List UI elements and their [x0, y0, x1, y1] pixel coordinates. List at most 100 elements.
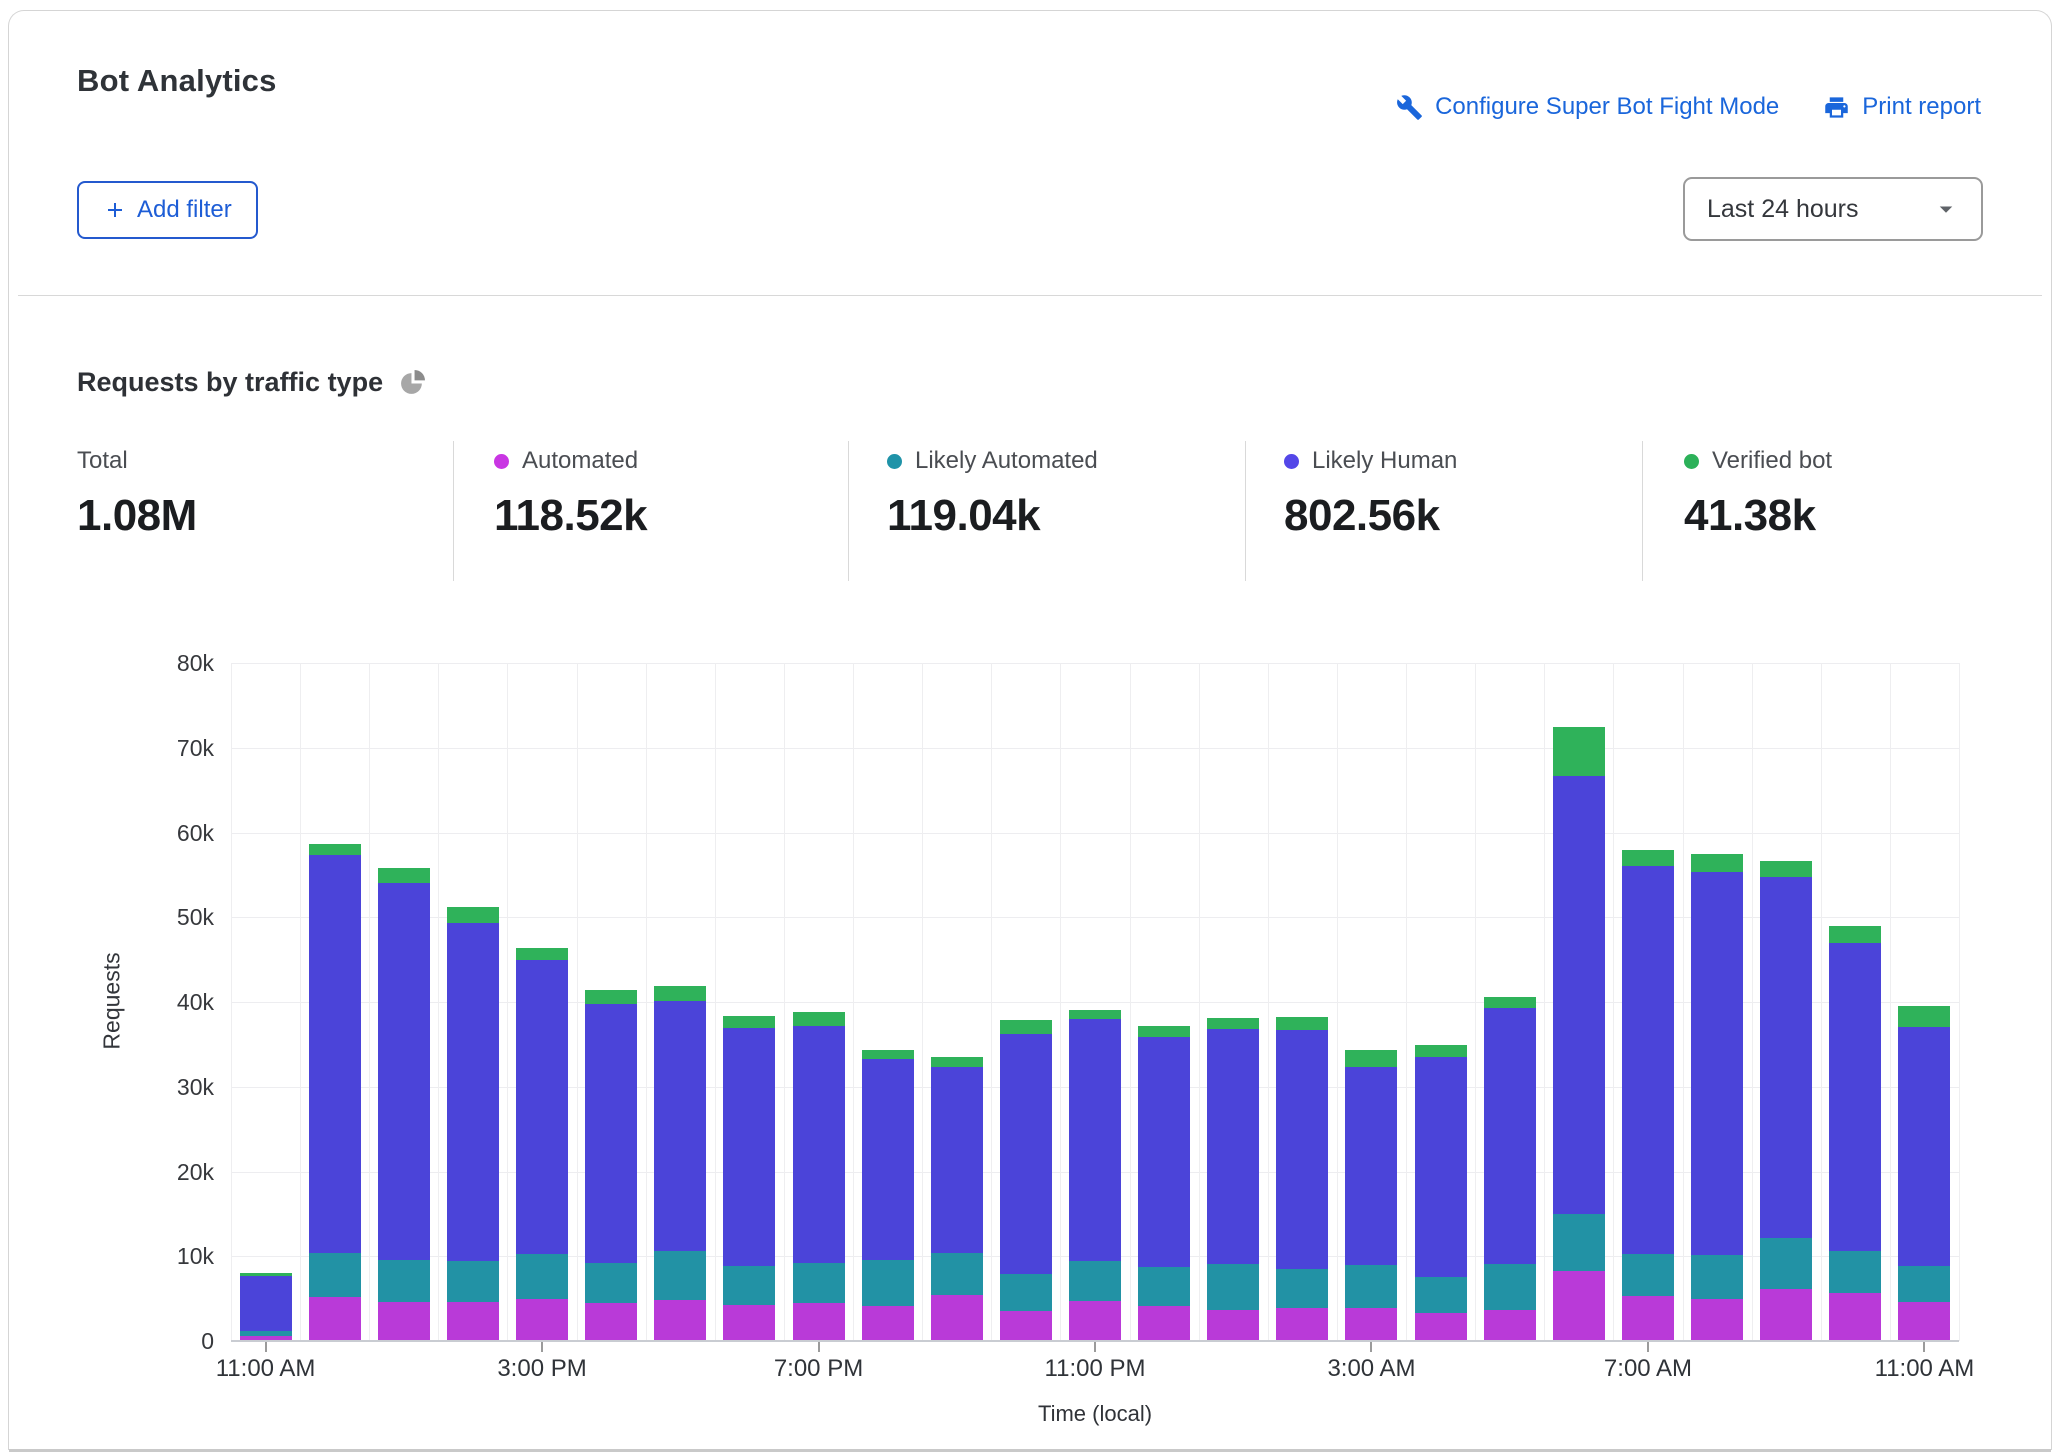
- bar-segment-likely-automated[interactable]: [1691, 1255, 1743, 1299]
- bar-segment-automated[interactable]: [1138, 1306, 1190, 1341]
- bar-segment-likely-automated[interactable]: [1000, 1274, 1052, 1311]
- bar-segment-verified-bot[interactable]: [447, 907, 499, 923]
- time-range-select[interactable]: Last 24 hours: [1683, 177, 1983, 241]
- bar-segment-automated[interactable]: [309, 1297, 361, 1341]
- bar-segment-likely-human[interactable]: [516, 960, 568, 1254]
- bar-400pm[interactable]: [585, 990, 637, 1341]
- bar-segment-verified-bot[interactable]: [585, 990, 637, 1004]
- bar-segment-likely-human[interactable]: [1691, 872, 1743, 1255]
- add-filter-button[interactable]: Add filter: [77, 181, 258, 239]
- bar-segment-automated[interactable]: [793, 1303, 845, 1341]
- bar-segment-verified-bot[interactable]: [1622, 850, 1674, 866]
- bar-segment-verified-bot[interactable]: [1829, 926, 1881, 943]
- bar-1100pm[interactable]: [1069, 1010, 1121, 1341]
- bar-1000am[interactable]: [1829, 926, 1881, 1341]
- bar-segment-automated[interactable]: [654, 1300, 706, 1341]
- bar-segment-automated[interactable]: [1000, 1311, 1052, 1341]
- bar-900pm[interactable]: [931, 1057, 983, 1341]
- bar-segment-verified-bot[interactable]: [654, 986, 706, 1001]
- bar-segment-automated[interactable]: [723, 1305, 775, 1341]
- bar-segment-automated[interactable]: [1345, 1308, 1397, 1341]
- bar-segment-verified-bot[interactable]: [1207, 1018, 1259, 1029]
- bar-segment-automated[interactable]: [585, 1303, 637, 1341]
- bar-1200pm[interactable]: [309, 844, 361, 1341]
- bar-segment-likely-human[interactable]: [1207, 1029, 1259, 1264]
- bar-segment-likely-human[interactable]: [1829, 943, 1881, 1251]
- bar-segment-likely-human[interactable]: [793, 1026, 845, 1263]
- bar-segment-likely-automated[interactable]: [1207, 1264, 1259, 1310]
- bar-segment-likely-automated[interactable]: [1069, 1261, 1121, 1301]
- bar-segment-verified-bot[interactable]: [1138, 1026, 1190, 1037]
- bar-300pm[interactable]: [516, 948, 568, 1341]
- bar-segment-likely-automated[interactable]: [862, 1260, 914, 1307]
- bar-segment-likely-human[interactable]: [447, 923, 499, 1261]
- bar-segment-likely-human[interactable]: [931, 1067, 983, 1253]
- bar-segment-likely-human[interactable]: [585, 1004, 637, 1263]
- bar-segment-likely-automated[interactable]: [654, 1251, 706, 1300]
- bar-600pm[interactable]: [723, 1016, 775, 1341]
- bar-segment-automated[interactable]: [1207, 1310, 1259, 1341]
- bar-segment-likely-automated[interactable]: [1622, 1254, 1674, 1296]
- bar-segment-automated[interactable]: [1622, 1296, 1674, 1341]
- bar-segment-likely-automated[interactable]: [585, 1263, 637, 1303]
- bar-1100am[interactable]: [240, 1273, 292, 1341]
- bar-segment-verified-bot[interactable]: [1898, 1006, 1950, 1027]
- bar-segment-automated[interactable]: [1691, 1299, 1743, 1341]
- bar-segment-verified-bot[interactable]: [378, 868, 430, 882]
- bar-800pm[interactable]: [862, 1050, 914, 1342]
- bar-segment-likely-human[interactable]: [1898, 1027, 1950, 1266]
- bar-700am[interactable]: [1622, 850, 1674, 1341]
- bar-1200am[interactable]: [1138, 1026, 1190, 1341]
- bar-segment-likely-automated[interactable]: [931, 1253, 983, 1295]
- bar-800am[interactable]: [1691, 854, 1743, 1341]
- bar-segment-automated[interactable]: [1069, 1301, 1121, 1341]
- print-report-link[interactable]: Print report: [1823, 93, 1981, 121]
- bar-segment-likely-human[interactable]: [1484, 1008, 1536, 1264]
- bar-300am[interactable]: [1345, 1050, 1397, 1341]
- bar-segment-likely-automated[interactable]: [447, 1261, 499, 1302]
- bar-segment-likely-automated[interactable]: [309, 1253, 361, 1297]
- bar-segment-verified-bot[interactable]: [1276, 1017, 1328, 1030]
- bar-segment-verified-bot[interactable]: [1484, 997, 1536, 1008]
- bar-segment-verified-bot[interactable]: [1553, 727, 1605, 775]
- bar-segment-likely-automated[interactable]: [1138, 1267, 1190, 1306]
- bar-segment-likely-human[interactable]: [1622, 866, 1674, 1253]
- bar-segment-likely-human[interactable]: [309, 855, 361, 1253]
- bar-segment-likely-human[interactable]: [1069, 1019, 1121, 1261]
- bar-700pm[interactable]: [793, 1012, 845, 1341]
- bar-segment-likely-human[interactable]: [1138, 1037, 1190, 1268]
- bar-segment-verified-bot[interactable]: [723, 1016, 775, 1029]
- bar-500am[interactable]: [1484, 997, 1536, 1341]
- bar-segment-likely-automated[interactable]: [1898, 1266, 1950, 1302]
- bar-segment-likely-automated[interactable]: [1484, 1264, 1536, 1310]
- bar-segment-automated[interactable]: [516, 1299, 568, 1341]
- bar-1000pm[interactable]: [1000, 1020, 1052, 1341]
- bar-segment-likely-human[interactable]: [1553, 776, 1605, 1214]
- bar-segment-likely-human[interactable]: [654, 1001, 706, 1251]
- bar-segment-verified-bot[interactable]: [1345, 1050, 1397, 1067]
- bar-segment-likely-automated[interactable]: [1415, 1277, 1467, 1313]
- bar-segment-automated[interactable]: [1276, 1308, 1328, 1341]
- bar-500pm[interactable]: [654, 986, 706, 1341]
- bar-segment-verified-bot[interactable]: [309, 844, 361, 854]
- bar-segment-likely-human[interactable]: [1760, 877, 1812, 1238]
- bar-segment-likely-human[interactable]: [240, 1276, 292, 1331]
- bar-segment-verified-bot[interactable]: [1000, 1020, 1052, 1034]
- bar-segment-likely-automated[interactable]: [378, 1260, 430, 1302]
- bar-segment-verified-bot[interactable]: [1069, 1010, 1121, 1019]
- bar-200pm[interactable]: [447, 907, 499, 1341]
- bar-segment-likely-automated[interactable]: [516, 1254, 568, 1300]
- bar-segment-automated[interactable]: [1553, 1271, 1605, 1341]
- bar-segment-verified-bot[interactable]: [931, 1057, 983, 1067]
- bar-segment-likely-human[interactable]: [1276, 1030, 1328, 1269]
- bar-900am[interactable]: [1760, 861, 1812, 1342]
- bar-segment-verified-bot[interactable]: [793, 1012, 845, 1026]
- bar-400am[interactable]: [1415, 1045, 1467, 1341]
- bar-100am[interactable]: [1207, 1018, 1259, 1341]
- bar-segment-automated[interactable]: [1484, 1310, 1536, 1341]
- bar-segment-likely-human[interactable]: [1000, 1034, 1052, 1274]
- bar-segment-likely-human[interactable]: [378, 883, 430, 1260]
- bar-segment-likely-human[interactable]: [723, 1028, 775, 1265]
- bar-segment-automated[interactable]: [1760, 1289, 1812, 1341]
- bar-segment-likely-automated[interactable]: [1276, 1269, 1328, 1308]
